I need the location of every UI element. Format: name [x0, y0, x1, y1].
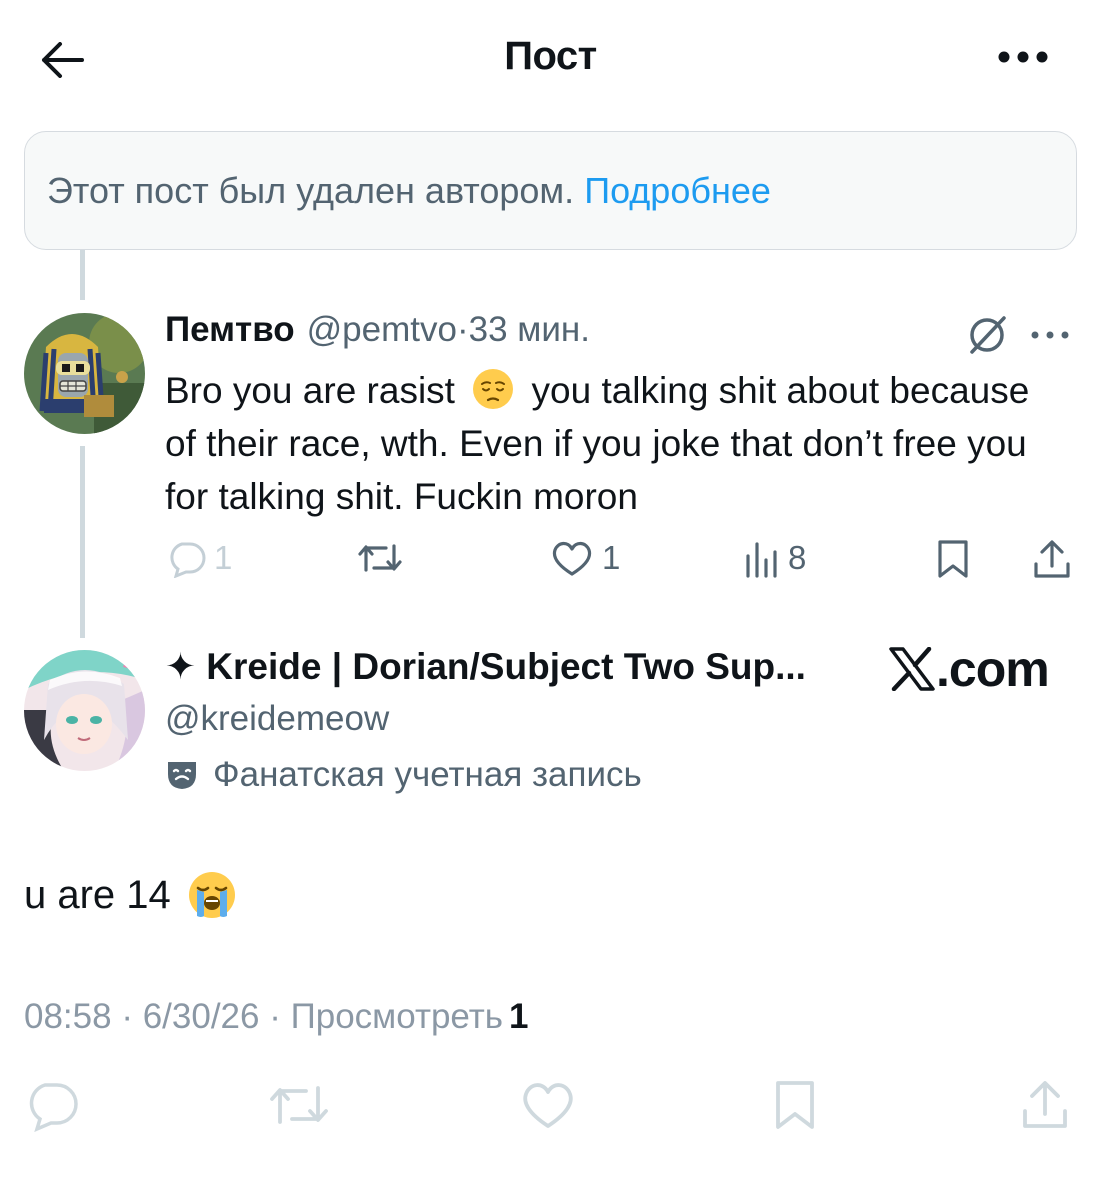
post-date: 6/30/26 [142, 997, 260, 1036]
avatar-image [24, 650, 145, 771]
avatar[interactable] [24, 650, 145, 771]
repost-icon [270, 1086, 328, 1124]
post-text-content: u are 14 [24, 872, 171, 917]
heart-icon [523, 1083, 573, 1128]
views-label[interactable]: Просмотреть [291, 997, 503, 1036]
author-handle[interactable]: @kreidemeow [165, 699, 389, 739]
more-horizontal-icon[interactable] [1030, 330, 1070, 340]
bookmark-icon [776, 1081, 814, 1129]
repost-button[interactable] [268, 1078, 330, 1137]
separator: · [456, 310, 469, 349]
reply-text: Bro you are rasist you talking shit abou… [165, 364, 1065, 523]
share-icon [1034, 540, 1070, 578]
post-meta: 08:58 · 6/30/26 · Просмотреть 1 [24, 997, 528, 1037]
thread-connector-line [80, 250, 85, 300]
share-button[interactable] [1020, 1078, 1070, 1137]
loudly-crying-face-icon [188, 872, 235, 918]
bookmark-icon [938, 540, 968, 578]
more-options-button[interactable] [988, 34, 1058, 80]
like-count: 1 [602, 539, 621, 576]
heart-icon [552, 541, 592, 576]
page-title: Пост [504, 34, 597, 78]
share-button[interactable] [1032, 538, 1072, 580]
top-bar: Пост [0, 0, 1101, 118]
separator: · [259, 997, 291, 1036]
fan-account-label: Фанатская учетная запись [165, 755, 642, 795]
reply-header: Пемтво @pemtvo · 33 мин. [165, 310, 590, 350]
deleted-notice-text: Этот пост был удален автором. [47, 169, 575, 211]
repost-icon [358, 544, 402, 572]
reply-header-actions [964, 312, 1070, 358]
learn-more-link[interactable]: Подробнее [584, 170, 771, 212]
post-time: 08:58 [24, 997, 112, 1036]
more-horizontal-icon [998, 51, 1048, 63]
like-button[interactable]: 1 [550, 538, 620, 578]
reply-count: 1 [214, 539, 233, 576]
account-label-text: Фанатская учетная запись [213, 755, 642, 794]
bookmark-button[interactable] [935, 538, 971, 580]
post-time[interactable]: 33 мин. [469, 310, 590, 350]
x-logo-icon [889, 647, 935, 691]
reply-button[interactable] [24, 1078, 78, 1137]
avatar-image [24, 313, 145, 434]
comment-icon [29, 1083, 78, 1133]
share-icon [1023, 1081, 1067, 1128]
watermark-text: .com [936, 641, 1050, 697]
reply-text-part: Bro you are rasist [165, 370, 455, 411]
views-button[interactable]: 8 [744, 538, 806, 578]
author-handle[interactable]: @pemtvo [307, 310, 457, 350]
theater-mask-icon [168, 762, 196, 789]
comment-icon [170, 542, 206, 578]
post-action-bar [0, 1078, 1101, 1134]
view-count: 8 [788, 539, 807, 576]
views-count: 1 [509, 997, 529, 1036]
grok-icon[interactable] [964, 312, 1010, 358]
repost-button[interactable] [356, 538, 404, 578]
reply-action-bar: 1 1 8 [0, 538, 1101, 588]
avatar[interactable] [24, 313, 145, 434]
analytics-icon [746, 542, 777, 578]
author-name[interactable]: Пемтво [165, 310, 295, 350]
deleted-post-notice: Этот пост был удален автором. Подробнее [24, 131, 1077, 250]
author-name[interactable]: ✦ Kreide | Dorian/Subject Two Sup... [165, 645, 806, 688]
post-text: u are 14 [24, 870, 243, 920]
x-com-watermark: .com [888, 640, 1050, 698]
reply-button[interactable]: 1 [166, 538, 232, 578]
pensive-face-icon [473, 369, 514, 409]
like-button[interactable] [520, 1078, 576, 1137]
separator: · [111, 997, 143, 1036]
bookmark-button[interactable] [772, 1078, 818, 1137]
